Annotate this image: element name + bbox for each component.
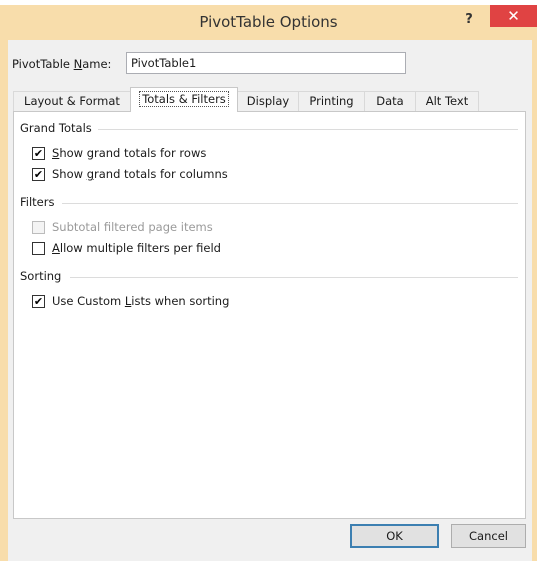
tab-printing[interactable]: Printing	[298, 91, 365, 111]
tab-data[interactable]: Data	[364, 91, 416, 111]
section-title-filters: Filters	[20, 195, 55, 209]
checkbox-box[interactable]: ✔	[32, 168, 45, 181]
section-title-sorting: Sorting	[20, 269, 62, 283]
tab-layout-format[interactable]: Layout & Format	[13, 91, 131, 111]
checkbox-label: Use Custom Lists when sorting	[52, 294, 230, 308]
close-icon: ✕	[507, 7, 520, 25]
help-button[interactable]: ?	[458, 10, 480, 30]
cancel-button[interactable]: Cancel	[451, 524, 526, 548]
tab-display[interactable]: Display	[237, 91, 299, 111]
section-title-grand-totals: Grand Totals	[20, 121, 92, 135]
tab-label: Totals & Filters	[139, 91, 229, 107]
checkbox-label: Show grand totals for rows	[52, 146, 207, 160]
checkbox-box[interactable]: ✔	[32, 147, 45, 160]
pivottable-name-input[interactable]	[126, 52, 406, 74]
section-divider	[62, 203, 518, 204]
checkbox-box	[32, 221, 45, 234]
tab-alt-text[interactable]: Alt Text	[415, 91, 479, 111]
close-button[interactable]: ✕	[490, 5, 537, 27]
dialog-body: PivotTable Name: Layout & Format Totals …	[8, 40, 532, 561]
checkbox-box[interactable]: ✔	[32, 295, 45, 308]
tab-totals-filters[interactable]: Totals & Filters	[130, 87, 238, 112]
totals-filters-panel: Grand Totals ✔ Show grand totals for row…	[13, 111, 526, 519]
checkbox-box[interactable]	[32, 242, 45, 255]
section-divider	[70, 277, 518, 278]
ok-button[interactable]: OK	[350, 524, 439, 548]
dialog-title: PivotTable Options	[199, 13, 338, 31]
section-divider	[98, 129, 518, 130]
checkbox-label: Show grand totals for columns	[52, 167, 228, 181]
checkbox-label: Subtotal filtered page items	[52, 220, 213, 234]
pivottable-options-dialog: PivotTable Options ? ✕ PivotTable Name: …	[0, 5, 537, 561]
checkbox-label: Allow multiple filters per field	[52, 241, 221, 255]
title-bar[interactable]: PivotTable Options ? ✕	[0, 5, 537, 40]
pivottable-name-label: PivotTable Name:	[12, 57, 112, 71]
